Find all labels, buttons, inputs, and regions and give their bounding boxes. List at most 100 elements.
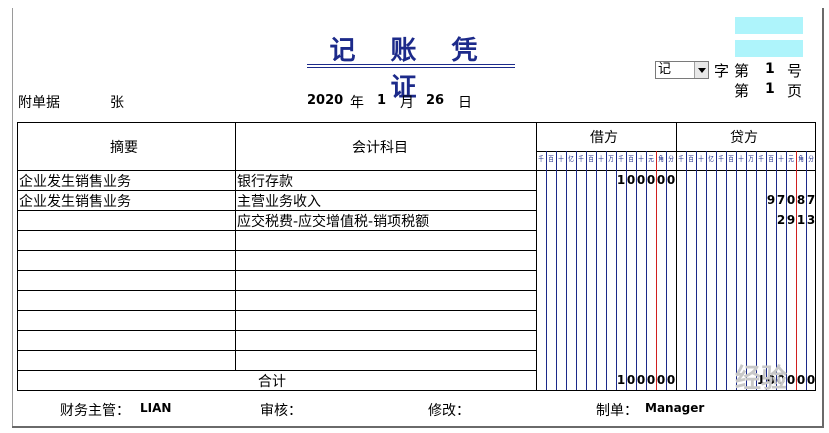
month-label: 月 <box>400 95 414 111</box>
digit-divider <box>756 151 757 390</box>
credit-digit: 9 <box>766 193 776 207</box>
digit-divider <box>766 151 767 390</box>
unit-label: 亿 <box>708 155 714 163</box>
debit-digit: 0 <box>646 173 656 187</box>
row-account[interactable]: 银行存款 <box>237 171 293 191</box>
credit-digit: 1 <box>796 213 806 227</box>
maker-label: 制单： <box>596 403 638 419</box>
sheet-bottom-border <box>12 426 824 428</box>
unit-label: 百 <box>728 155 734 163</box>
credit-digit: 2 <box>776 213 786 227</box>
row-line <box>17 370 536 371</box>
cyan-input-box-bottom[interactable] <box>735 40 803 57</box>
credit-digit: 8 <box>796 193 806 207</box>
unit-label: 角 <box>798 155 804 163</box>
chevron-down-icon[interactable] <box>694 62 708 78</box>
total-credit-digit: 0 <box>786 373 796 387</box>
row-line <box>17 330 536 331</box>
row-summary[interactable]: 企业发生销售业务 <box>19 191 131 211</box>
review-label: 审核： <box>260 403 302 419</box>
row-account[interactable]: 应交税费-应交增值税-销项税额 <box>237 211 429 231</box>
header-debit: 借方 <box>590 130 618 146</box>
modify-label: 修改： <box>428 403 470 419</box>
attachment-label: 附单据 <box>18 95 60 111</box>
di-label: 第 <box>734 62 750 80</box>
table-border-bottom <box>17 390 816 391</box>
digit-divider <box>736 151 737 390</box>
row-account[interactable]: 主营业务收入 <box>237 191 321 211</box>
total-debit-digit: 0 <box>666 373 676 387</box>
maker-name: Manager <box>645 401 705 415</box>
total-label: 合计 <box>258 374 286 390</box>
credit-digit: 9 <box>786 213 796 227</box>
unit-label: 千 <box>538 155 544 163</box>
attachment-unit: 张 <box>110 95 124 111</box>
header-account: 会计科目 <box>352 140 408 156</box>
digit-divider <box>776 151 777 390</box>
unit-label: 千 <box>618 155 624 163</box>
row-line <box>17 310 536 311</box>
digit-divider <box>726 151 727 390</box>
total-credit-digit: 0 <box>796 373 806 387</box>
date-day[interactable]: 26 <box>426 93 444 108</box>
watermark-text: 经验 <box>735 364 788 394</box>
unit-label: 百 <box>628 155 634 163</box>
supervisor-label: 财务主管： <box>60 403 130 419</box>
page-number[interactable]: 1 <box>765 81 775 97</box>
row-line <box>17 250 536 251</box>
unit-label: 元 <box>788 155 794 163</box>
voucher-type-value: 记 <box>658 62 672 77</box>
row-line <box>17 290 536 291</box>
unit-label: 百 <box>588 155 594 163</box>
voucher-sheet: { "voucher": { "title": "记 账 凭 证", "vouc… <box>0 0 829 433</box>
hao-label: 号 <box>787 62 803 80</box>
total-debit-digit: 0 <box>636 373 646 387</box>
unit-label: 分 <box>808 155 814 163</box>
digit-divider <box>566 151 567 390</box>
zi-label: 字 <box>714 62 730 80</box>
table-border-right <box>815 122 816 391</box>
digit-divider <box>716 151 717 390</box>
credit-digit: 0 <box>786 193 796 207</box>
unit-label: 万 <box>748 155 754 163</box>
unit-label: 千 <box>758 155 764 163</box>
unit-label: 十 <box>738 155 744 163</box>
title-underline <box>307 64 515 65</box>
header-credit: 贷方 <box>730 130 758 146</box>
digit-divider <box>586 151 587 390</box>
supervisor-name: LIAN <box>140 401 172 415</box>
unit-label: 万 <box>608 155 614 163</box>
date-year[interactable]: 2020 <box>307 93 343 108</box>
summary-account-divider <box>235 122 236 370</box>
di-page-label: 第 <box>734 82 750 100</box>
date-month[interactable]: 1 <box>377 93 386 108</box>
row-line <box>17 270 536 271</box>
sheet-left-border <box>12 8 13 427</box>
credit-digit: 3 <box>806 213 816 227</box>
total-debit-digit: 0 <box>646 373 656 387</box>
total-debit-digit: 0 <box>626 373 636 387</box>
header-summary: 摘要 <box>110 140 138 156</box>
voucher-type-select[interactable]: 记 <box>655 61 709 79</box>
total-debit-digit: 1 <box>616 373 626 387</box>
digit-divider <box>696 151 697 390</box>
unit-label: 角 <box>658 155 664 163</box>
debit-digit: 0 <box>636 173 646 187</box>
table-border-left <box>17 122 18 391</box>
row-summary[interactable]: 企业发生销售业务 <box>19 171 131 191</box>
unit-label: 十 <box>638 155 644 163</box>
row-line <box>17 350 536 351</box>
debit-digit: 0 <box>656 173 666 187</box>
unit-label: 千 <box>578 155 584 163</box>
credit-digit: 7 <box>806 193 816 207</box>
ye-label: 页 <box>787 82 803 100</box>
cyan-input-box-top[interactable] <box>735 17 803 34</box>
credit-digit: 7 <box>776 193 786 207</box>
digit-divider <box>606 151 607 390</box>
digit-divider <box>576 151 577 390</box>
digit-divider <box>796 151 797 390</box>
digit-divider <box>686 151 687 390</box>
voucher-number[interactable]: 1 <box>765 61 775 77</box>
digit-divider <box>596 151 597 390</box>
unit-label: 十 <box>558 155 564 163</box>
